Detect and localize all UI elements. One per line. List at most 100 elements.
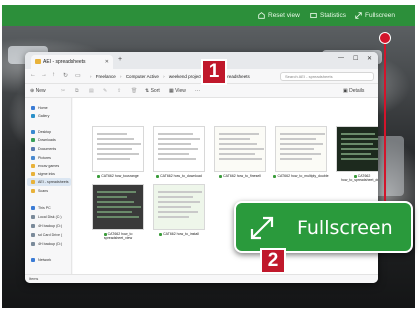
fullscreen-icon <box>250 216 274 240</box>
sidebar-item[interactable]: Local Disk (C:) <box>31 213 62 221</box>
sidebar-item-label: This PC <box>38 206 51 210</box>
sidebar-item[interactable]: This PC <box>31 204 51 212</box>
sync-check-icon <box>353 174 357 178</box>
paste-icon[interactable]: ▤ <box>89 87 94 95</box>
file-name[interactable]: CAT662 how_to_multiply_double <box>273 174 329 178</box>
sidebar-item[interactable]: excav games <box>31 162 59 170</box>
sidebar-item[interactable]: Desktop <box>31 128 51 136</box>
file-name[interactable]: CAT662 how_to_install <box>151 232 207 236</box>
thumbnail-content-line <box>97 206 141 208</box>
sidebar-item[interactable]: Scans <box>31 187 48 195</box>
forward-icon[interactable]: → <box>41 72 47 78</box>
file-name-label: CAT662 how_tousrange <box>101 174 139 178</box>
sidebar-item[interactable]: 4H backup (D:) <box>31 222 62 230</box>
file-thumbnail[interactable] <box>275 126 327 172</box>
thumbnail-content-line <box>158 158 196 160</box>
share-icon[interactable]: ⇪ <box>117 87 121 95</box>
thumbnail-content-line <box>219 158 262 160</box>
file-thumbnail[interactable] <box>92 126 144 172</box>
sidebar-item[interactable]: AEI - spreadsheets <box>27 178 71 186</box>
sidebar-item[interactable]: sigme inks <box>31 170 55 178</box>
more-options-button[interactable]: ··· <box>195 87 200 95</box>
file-thumbnail[interactable] <box>153 184 205 230</box>
sidebar-item[interactable]: 4H backup (D:) <box>31 240 62 248</box>
sidebar-item[interactable]: Documents <box>31 145 56 153</box>
file-name[interactable]: CAT662 how_to_finesell <box>212 174 268 178</box>
sync-check-icon <box>219 174 223 178</box>
thumbnail-content-line <box>97 143 141 145</box>
fullscreen-icon <box>355 12 362 19</box>
sidebar-item[interactable]: Gallery <box>31 112 49 120</box>
minimize-icon[interactable]: — <box>338 55 344 61</box>
sidebar-item[interactable]: Pictures <box>31 154 51 162</box>
callout-label: Fullscreen <box>297 217 393 239</box>
fullscreen-callout: Fullscreen <box>234 201 413 253</box>
sidebar-item-label: sigme inks <box>38 172 55 176</box>
breadcrumb-item[interactable]: Freelance <box>96 74 116 79</box>
sort-label: Sort <box>150 88 160 94</box>
thumbnail-content-line <box>158 216 189 218</box>
statistics-icon <box>310 12 317 18</box>
sync-check-icon <box>97 174 101 178</box>
maximize-icon[interactable]: ☐ <box>353 55 358 62</box>
view-button[interactable]: ▦ View <box>169 87 186 95</box>
up-icon[interactable]: ↑ <box>52 72 55 78</box>
command-bar: ⊕ New ✂ ⧉ ▤ ✎ ⇪ 🗑 ⇅ Sort ▦ View ··· ▣ De… <box>25 84 378 98</box>
thumbnail-content-line <box>97 153 139 155</box>
breadcrumb-item[interactable]: Computer Active <box>126 74 159 79</box>
back-icon[interactable]: ← <box>30 72 36 78</box>
file-thumbnail[interactable] <box>153 126 205 172</box>
file-name[interactable]: CAT662 how_to spreadsheet_view <box>90 232 146 240</box>
file-name[interactable]: CAT662 how_tousrange <box>90 174 146 178</box>
gallery-icon <box>31 114 35 119</box>
sidebar-item[interactable]: Home <box>31 104 48 112</box>
new-tab-icon[interactable]: + <box>118 56 122 63</box>
sidebar-item-label: excav games <box>38 164 60 168</box>
details-button[interactable]: ▣ Details <box>343 87 364 95</box>
thumbnail-content-line <box>280 148 314 150</box>
new-button[interactable]: ⊕ New <box>30 87 46 95</box>
sidebar-item[interactable]: Network <box>31 256 51 264</box>
sync-check-icon <box>159 232 163 236</box>
viewer-toolbar: Reset view Statistics Fullscreen <box>2 5 415 26</box>
ice-shape <box>374 136 404 196</box>
documents-icon <box>31 147 35 152</box>
thumbnail-content-line <box>158 133 193 135</box>
thumbnail-content-line <box>280 153 321 155</box>
breadcrumb-item[interactable]: weekend project <box>169 74 202 79</box>
thumbnail-content-line <box>341 133 375 135</box>
sidebar-item[interactable]: sd Card Drive ( <box>31 231 62 239</box>
file-name[interactable]: CAT662 how_to_spreadsheet_drive <box>334 174 378 182</box>
sidebar-item-label: Gallery <box>38 114 50 118</box>
cut-icon[interactable]: ✂ <box>61 87 65 95</box>
fullscreen-button[interactable]: Fullscreen <box>355 5 395 26</box>
file-name[interactable]: CAT662 how_to_download <box>151 174 207 178</box>
statistics-label: Statistics <box>320 12 347 19</box>
sort-button[interactable]: ⇅ Sort <box>145 87 160 95</box>
file-thumbnail[interactable] <box>92 184 144 230</box>
file-thumbnail[interactable] <box>336 126 378 172</box>
copy-icon[interactable]: ⧉ <box>75 87 79 95</box>
thumbnail-content-line <box>219 153 255 155</box>
explorer-tab[interactable]: AEI - spreadsheets ✕ <box>31 55 113 69</box>
sidebar-item-label: Desktop <box>38 130 52 134</box>
sidebar-item-label: Documents <box>38 147 57 151</box>
thumbnail-content-line <box>158 196 193 198</box>
thumbnail-content-line <box>158 211 198 213</box>
file-thumbnail[interactable] <box>214 126 266 172</box>
search-input[interactable]: Search AEI - spreadsheets <box>280 72 374 81</box>
reset-view-button[interactable]: Reset view <box>258 5 300 26</box>
statistics-button[interactable]: Statistics <box>310 5 346 26</box>
thumbnail-content-line <box>158 201 200 203</box>
thumbnail-content-line <box>158 148 198 150</box>
search-placeholder: Search AEI - spreadsheets <box>285 74 333 79</box>
close-tab-icon[interactable]: ✕ <box>105 55 109 69</box>
close-window-icon[interactable]: ✕ <box>367 55 372 62</box>
sidebar-item[interactable]: Downloads <box>31 136 56 144</box>
step-badge-1: 1 <box>201 59 227 85</box>
navigation-pane: Home Gallery Desktop Downloads Documents Pict… <box>25 98 72 274</box>
chevron-right-icon: › <box>90 74 92 79</box>
rename-icon[interactable]: ✎ <box>103 87 107 95</box>
refresh-icon[interactable]: ↻ <box>63 72 68 79</box>
delete-icon[interactable]: 🗑 <box>131 87 137 95</box>
